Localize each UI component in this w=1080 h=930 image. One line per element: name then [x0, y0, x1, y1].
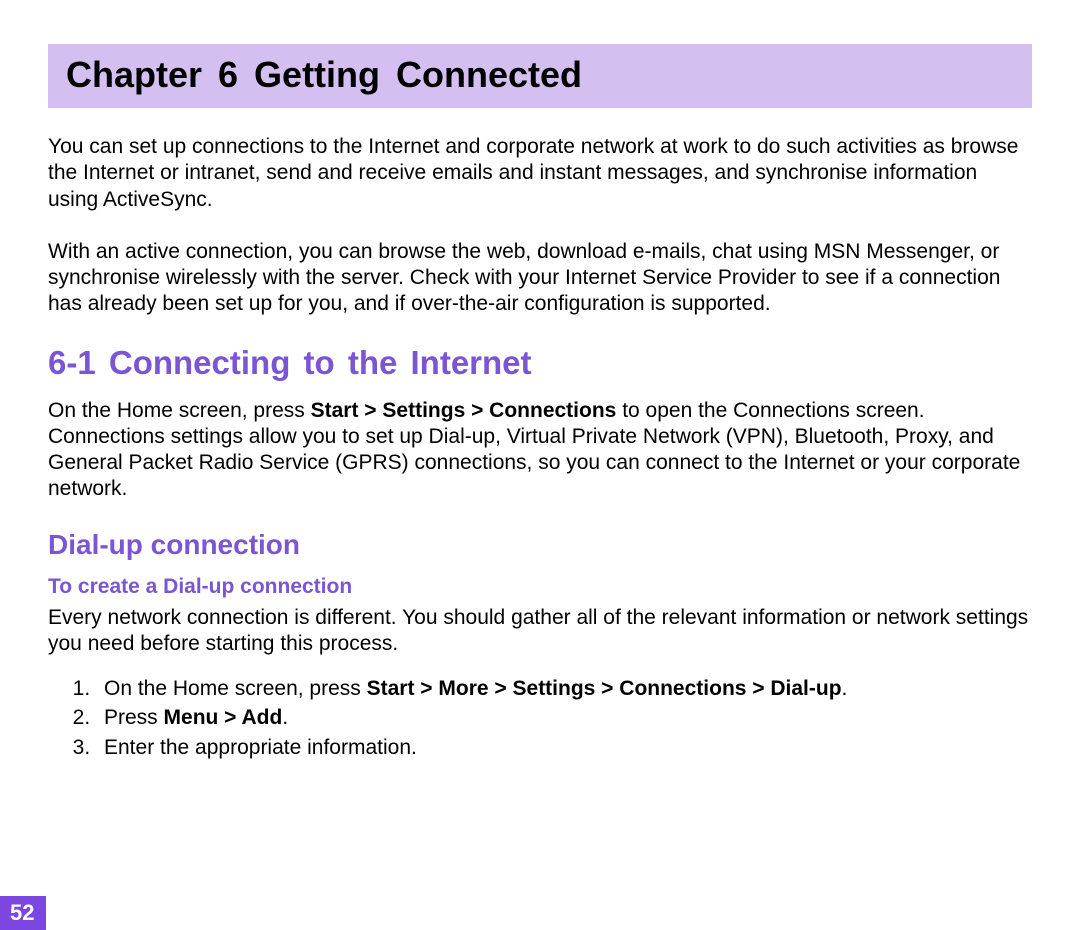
page-number: 52 — [0, 896, 46, 930]
step1-pre: On the Home screen, press — [104, 677, 367, 700]
steps-list: On the Home screen, press Start > More >… — [48, 675, 1032, 762]
intro-paragraph-2: With an active connection, you can brows… — [48, 239, 1032, 318]
step1-post: . — [842, 677, 848, 700]
section-paragraph: On the Home screen, press Start > Settin… — [48, 398, 1032, 503]
chapter-title: Chapter 6 Getting Connected — [66, 54, 582, 95]
section-para-pre: On the Home screen, press — [48, 399, 311, 422]
subsub-heading: To create a Dial-up connection — [48, 575, 1032, 599]
step2-pre: Press — [104, 706, 164, 729]
step2-post: . — [282, 706, 288, 729]
step1-bold: Start > More > Settings > Connections > … — [367, 677, 842, 700]
chapter-banner: Chapter 6 Getting Connected — [48, 44, 1032, 108]
section-para-bold: Start > Settings > Connections — [311, 399, 617, 422]
intro-paragraph-1: You can set up connections to the Intern… — [48, 134, 1032, 213]
section-heading: 6-1 Connecting to the Internet — [48, 344, 1032, 382]
subsection-heading: Dial-up connection — [48, 529, 1032, 561]
subsub-paragraph: Every network connection is different. Y… — [48, 605, 1032, 658]
step-1: On the Home screen, press Start > More >… — [96, 675, 1032, 703]
step2-bold: Menu > Add — [164, 706, 283, 729]
step-3: Enter the appropriate information. — [96, 734, 1032, 762]
step-2: Press Menu > Add. — [96, 704, 1032, 732]
